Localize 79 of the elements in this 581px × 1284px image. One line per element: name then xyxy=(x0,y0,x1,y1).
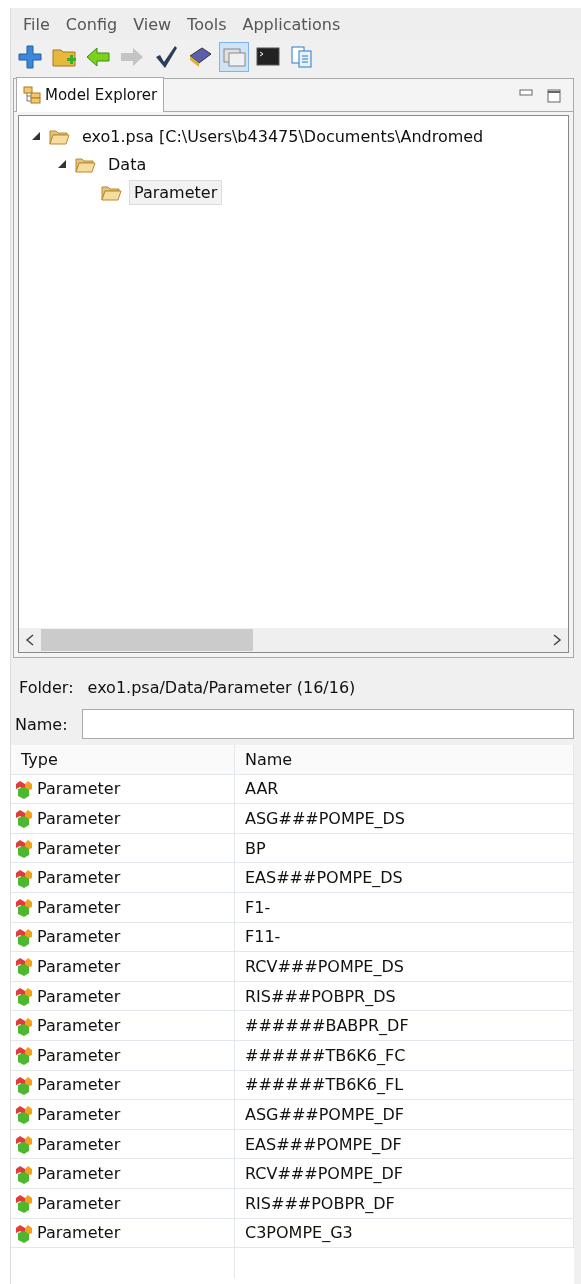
table-cell: F11- xyxy=(235,922,574,953)
column-header[interactable]: Type xyxy=(11,745,235,775)
menu-item[interactable]: Config xyxy=(59,14,124,34)
table-cell: RCV###POMPE_DF xyxy=(235,1159,574,1189)
table-cell: Parameter xyxy=(11,1011,235,1041)
cubes-icon xyxy=(15,1074,35,1095)
table-cell: Parameter xyxy=(11,981,235,1012)
folder-icon xyxy=(101,183,123,201)
cubes-icon xyxy=(15,808,35,829)
panel-tab[interactable]: Model Explorer xyxy=(16,77,165,112)
cubes-icon xyxy=(15,778,35,799)
table-cell: RCV###POMPE_DS xyxy=(235,952,574,982)
cubes-icon xyxy=(15,838,35,859)
menu-item[interactable]: Applications xyxy=(236,14,347,34)
name-field[interactable] xyxy=(81,709,574,739)
table-cell: ######TB6K6_FC xyxy=(235,1040,574,1071)
minimize-icon xyxy=(519,89,533,97)
table-cell: ######TB6K6_FL xyxy=(235,1070,574,1101)
table-cell: ASG###POMPE_DF xyxy=(235,1100,574,1130)
table-cell: BP xyxy=(235,833,574,864)
table-cell: ASG###POMPE_DS xyxy=(235,804,574,834)
copy-icon xyxy=(289,44,315,70)
cubes-icon xyxy=(15,1193,35,1214)
folder-label: Folder: xyxy=(19,678,74,697)
check-icon xyxy=(153,44,179,70)
left-arrow-icon xyxy=(85,44,111,70)
cubes-icon xyxy=(15,1134,35,1154)
cubes-icon xyxy=(15,956,35,977)
table-cell: Parameter xyxy=(11,863,235,893)
table-cell: Parameter xyxy=(11,1129,235,1160)
table-cell: RIS###POBPR_DF xyxy=(235,1188,574,1219)
cubes-icon xyxy=(15,1045,35,1066)
cubes-icon xyxy=(15,986,35,1007)
cubes-icon xyxy=(15,1104,35,1125)
table-cell: Parameter xyxy=(11,922,235,953)
horizontal-scrollbar[interactable] xyxy=(19,628,568,652)
menu-item[interactable]: File xyxy=(17,14,56,34)
table-cell: Parameter xyxy=(11,1040,235,1071)
cubes-icon xyxy=(15,926,35,947)
scrollbar-thumb[interactable] xyxy=(41,629,254,651)
table-cell: ######BABPR_DF xyxy=(235,1011,574,1041)
table-cell: Parameter xyxy=(11,952,235,982)
scroll-right-icon xyxy=(552,634,562,646)
name-label: Name: xyxy=(15,714,68,734)
table-cell: Parameter xyxy=(11,1218,235,1249)
table-cell: Parameter xyxy=(11,892,235,923)
cubes-icon xyxy=(15,897,35,918)
maximize-icon xyxy=(547,89,561,103)
table-cell: Parameter xyxy=(11,1100,235,1130)
plus-icon xyxy=(17,44,43,70)
menu-item[interactable]: View xyxy=(127,14,178,34)
column-header[interactable]: Name xyxy=(235,745,574,775)
table-cell: Parameter xyxy=(11,833,235,864)
table-cell: C3POMPE_G3 xyxy=(235,1218,574,1249)
tree-item[interactable]: Data xyxy=(103,151,152,177)
expand-triangle-icon[interactable] xyxy=(31,131,41,141)
scroll-left-icon xyxy=(25,634,35,646)
table-cell: Parameter xyxy=(11,1159,235,1189)
expand-triangle-icon[interactable] xyxy=(57,159,67,169)
table-cell: EAS###POMPE_DF xyxy=(235,1129,574,1160)
table-cell: Parameter xyxy=(11,1188,235,1219)
cubes-icon xyxy=(15,1222,35,1243)
folder-path: exo1.psa/Data/Parameter (16/16) xyxy=(87,678,356,697)
table-cell: Parameter xyxy=(11,774,235,805)
cubes-icon xyxy=(15,1015,35,1036)
folder-icon xyxy=(49,127,71,145)
folder-icon xyxy=(75,155,97,173)
tree-item[interactable]: Parameter xyxy=(129,179,223,205)
menu-item[interactable]: Tools xyxy=(181,14,233,34)
folder-tree-icon xyxy=(23,86,41,104)
tree-item[interactable]: exo1.psa [C:\Users\b43475\Documents\Andromed xyxy=(77,123,489,149)
table-cell: Parameter xyxy=(11,1070,235,1101)
table-cell: EAS###POMPE_DS xyxy=(235,863,574,893)
table-cell: Parameter xyxy=(11,804,235,834)
cubes-icon xyxy=(15,867,35,888)
cubes-icon xyxy=(15,1163,35,1184)
table-cell: AAR xyxy=(235,774,574,805)
table-cell: RIS###POBPR_DS xyxy=(235,981,574,1012)
table-cell: F1- xyxy=(235,892,574,923)
